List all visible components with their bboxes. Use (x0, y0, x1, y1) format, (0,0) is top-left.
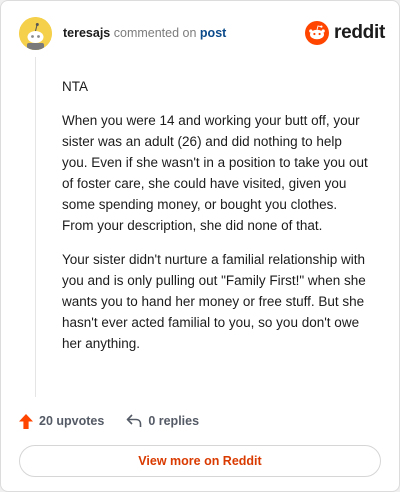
thread-line (35, 57, 36, 397)
comment-byline: teresajs commented on post (63, 26, 226, 40)
reddit-wordmark: reddit (334, 22, 385, 43)
comment-paragraph: When you were 14 and working your butt o… (62, 113, 368, 233)
upvotes-label: 20 upvotes (39, 414, 105, 428)
comment-actions: 20 upvotes 0 replies (19, 409, 199, 433)
comment-body: NTA When you were 14 and working your bu… (62, 76, 368, 367)
byline-action-text: commented on (113, 26, 197, 40)
reddit-snoo-icon (305, 21, 330, 45)
upvote-arrow-icon (19, 413, 33, 429)
replies-label: 0 replies (148, 414, 200, 428)
view-more-button[interactable]: View more on Reddit (19, 445, 381, 477)
replies-button[interactable]: 0 replies (126, 414, 199, 428)
upvote-button[interactable]: 20 upvotes (19, 413, 105, 429)
reddit-logo[interactable]: reddit (305, 19, 385, 47)
snoo-avatar-icon (19, 17, 52, 50)
reply-arrow-icon (127, 414, 142, 427)
post-link[interactable]: post (200, 26, 226, 40)
user-avatar[interactable] (19, 17, 52, 50)
comment-paragraph: NTA (62, 79, 88, 94)
comment-paragraph: Your sister didn't nurture a familial re… (62, 252, 366, 351)
comment-header: teresajs commented on post reddit (19, 17, 385, 51)
username-link[interactable]: teresajs (63, 26, 110, 40)
embedded-comment-card: teresajs commented on post reddit NTA Wh… (0, 0, 400, 492)
